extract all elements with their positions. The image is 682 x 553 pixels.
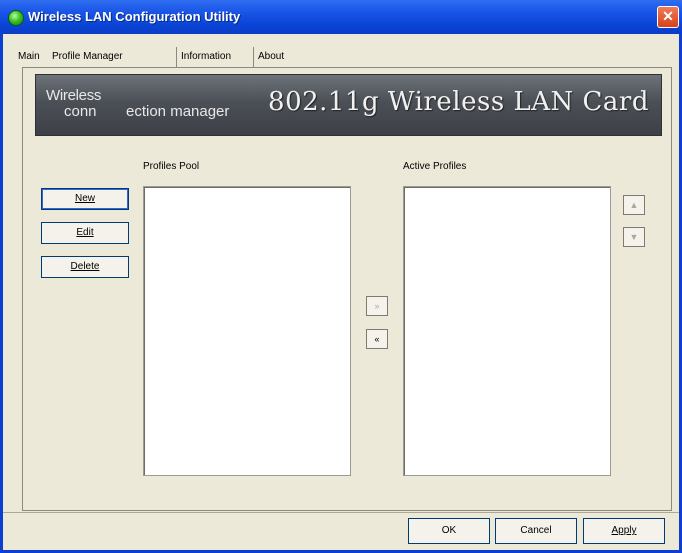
banner-connection-text: conn <box>64 103 97 120</box>
edit-button-label: Edit <box>76 227 94 238</box>
banner-manager-text: ection manager <box>126 103 230 120</box>
tab-about[interactable]: About <box>253 47 284 67</box>
banner-product-title: 802.11g Wireless LAN Card <box>268 87 649 117</box>
tab-information[interactable]: Information <box>176 47 231 67</box>
profile-manager-panel: Wireless conn ection manager 802.11g Wir… <box>22 67 672 511</box>
tab-profile-manager[interactable]: Profile Manager <box>52 47 123 67</box>
banner-wireless-text: Wireless <box>46 87 102 104</box>
active-profiles-list[interactable] <box>403 186 611 476</box>
profiles-pool-list[interactable] <box>143 186 351 476</box>
delete-button-label: Delete <box>70 261 100 272</box>
edit-button[interactable]: Edit <box>41 222 129 244</box>
app-window: Wireless LAN Configuration Utility ✕ Mai… <box>0 0 682 553</box>
app-icon <box>8 10 24 26</box>
add-all-button[interactable]: » <box>366 296 388 316</box>
move-up-button[interactable]: ▲ <box>623 195 645 215</box>
close-button[interactable]: ✕ <box>657 6 679 28</box>
tab-main[interactable]: Main <box>18 47 40 67</box>
ok-button[interactable]: OK <box>408 518 490 544</box>
apply-button[interactable]: Apply <box>583 518 665 544</box>
remove-all-button[interactable]: « <box>366 329 388 349</box>
profiles-pool-label: Profiles Pool <box>143 161 200 172</box>
apply-button-label: Apply <box>611 525 637 536</box>
move-down-button[interactable]: ▼ <box>623 227 645 247</box>
brand-banner: Wireless conn ection manager 802.11g Wir… <box>35 74 662 136</box>
new-button-label: New <box>74 193 95 204</box>
delete-button[interactable]: Delete <box>41 256 129 278</box>
active-profiles-label: Active Profiles <box>403 161 467 172</box>
cancel-button[interactable]: Cancel <box>495 518 577 544</box>
new-button[interactable]: New <box>41 188 129 210</box>
footer-divider <box>3 512 679 513</box>
window-title: Wireless LAN Configuration Utility <box>28 9 241 24</box>
title-bar[interactable]: Wireless LAN Configuration Utility ✕ <box>0 0 682 34</box>
